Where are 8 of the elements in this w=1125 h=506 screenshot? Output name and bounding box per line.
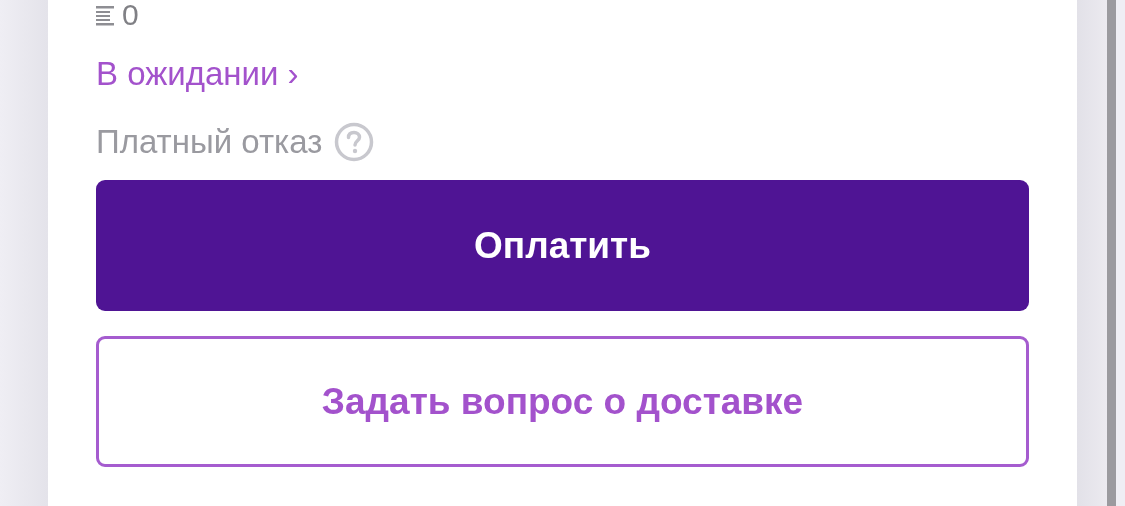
paid-refusal-label: Платный отказ [96,122,323,162]
status-link[interactable]: В ожидании › [96,52,299,96]
pay-button[interactable]: Оплатить [96,180,1029,311]
help-icon[interactable] [334,122,375,162]
scrollbar[interactable] [1107,0,1116,506]
quantity-count: 0 [122,0,139,30]
list-icon [96,4,114,26]
delivery-question-button[interactable]: Задать вопрос о доставке [96,336,1029,467]
